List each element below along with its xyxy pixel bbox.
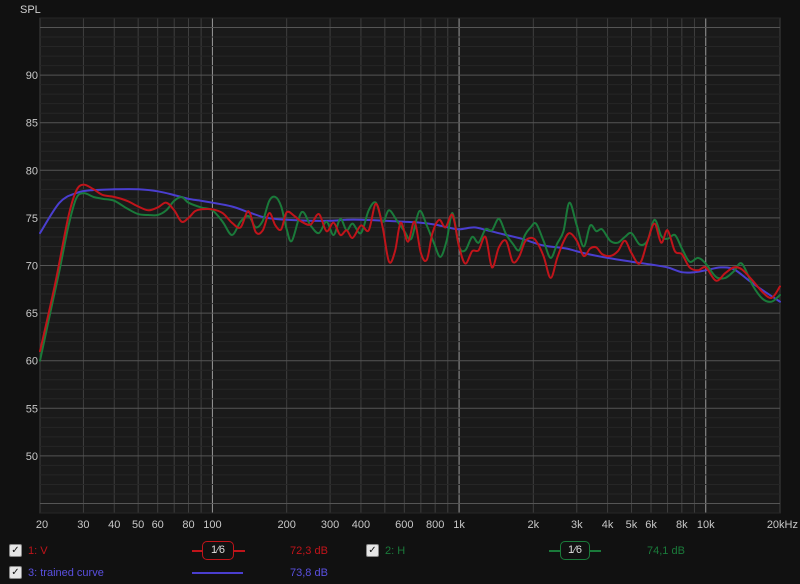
y-axis-label: SPL [20,4,41,16]
y-tick-label: 50 [26,451,38,463]
x-tick-label: 3k [571,519,583,531]
x-tick-label: 30 [77,519,89,531]
x-tick-label: 100 [203,519,221,531]
x-tick-label: 6k [645,519,657,531]
x-tick-label: 300 [321,519,339,531]
x-tick-label: 8k [676,519,688,531]
x-tick-label: 40 [108,519,120,531]
legend: ✓ 1: V 1⁄6 72,3 dB ✓ 2: H 1⁄6 74,1 dB ✓ … [0,541,800,584]
x-tick-label: 2k [528,519,540,531]
y-tick-label: 85 [26,118,38,130]
legend-row-2: ✓ 3: trained curve 73,8 dB [0,563,800,583]
series-1-smoothing-button[interactable]: 1⁄6 [202,541,234,560]
x-tick-label: 10k [697,519,715,531]
x-tick-label: 4k [602,519,614,531]
series-2-checkbox[interactable]: ✓ [366,544,379,557]
x-tick-label: 400 [352,519,370,531]
x-tick-label: 60 [152,519,164,531]
series-1-label: 1: V [28,545,48,557]
check-icon: ✓ [368,545,377,556]
x-tick-label: 20kHz [767,519,798,531]
y-tick-label: 75 [26,213,38,225]
x-tick-label: 800 [426,519,444,531]
series-1-value: 72,3 dB [290,545,328,557]
legend-row-1: ✓ 1: V 1⁄6 72,3 dB ✓ 2: H 1⁄6 74,1 dB [0,541,800,561]
series-3-label: 3: trained curve [28,567,104,579]
series-3-swatch [192,572,243,574]
series-3-value: 73,8 dB [290,567,328,579]
check-icon: ✓ [11,567,20,578]
y-tick-label: 60 [26,356,38,368]
y-tick-label: 55 [26,403,38,415]
frequency-response-chart[interactable]: 50 55 60 65 70 75 80 85 90 20 30 40 50 60 80 100 200 300… [0,0,800,541]
series-3-checkbox[interactable]: ✓ [9,566,22,579]
y-tick-label: 80 [26,165,38,177]
y-tick-label: 70 [26,261,38,273]
series-1-checkbox[interactable]: ✓ [9,544,22,557]
check-icon: ✓ [11,545,20,556]
x-tick-label: 5k [626,519,638,531]
x-tick-label: 1k [453,519,465,531]
y-tick-label: 90 [26,70,38,82]
x-tick-label: 20 [36,519,48,531]
x-tick-label: 600 [395,519,413,531]
x-tick-label: 50 [132,519,144,531]
x-tick-label: 200 [277,519,295,531]
series-2-value: 74,1 dB [647,545,685,557]
y-tick-label: 65 [26,308,38,320]
series-2-label: 2: H [385,545,406,557]
x-tick-label: 80 [182,519,194,531]
series-2-smoothing-button[interactable]: 1⁄6 [560,541,590,560]
x-tick-labels: 20 30 40 50 60 80 100 200 300 400 600 800 1k 2k 3k 4k 5k… [36,519,798,531]
y-tick-labels: 50 55 60 65 70 75 80 85 90 [26,70,38,463]
series-2-swatch-right [589,550,601,552]
series-1-swatch-right [233,550,245,552]
